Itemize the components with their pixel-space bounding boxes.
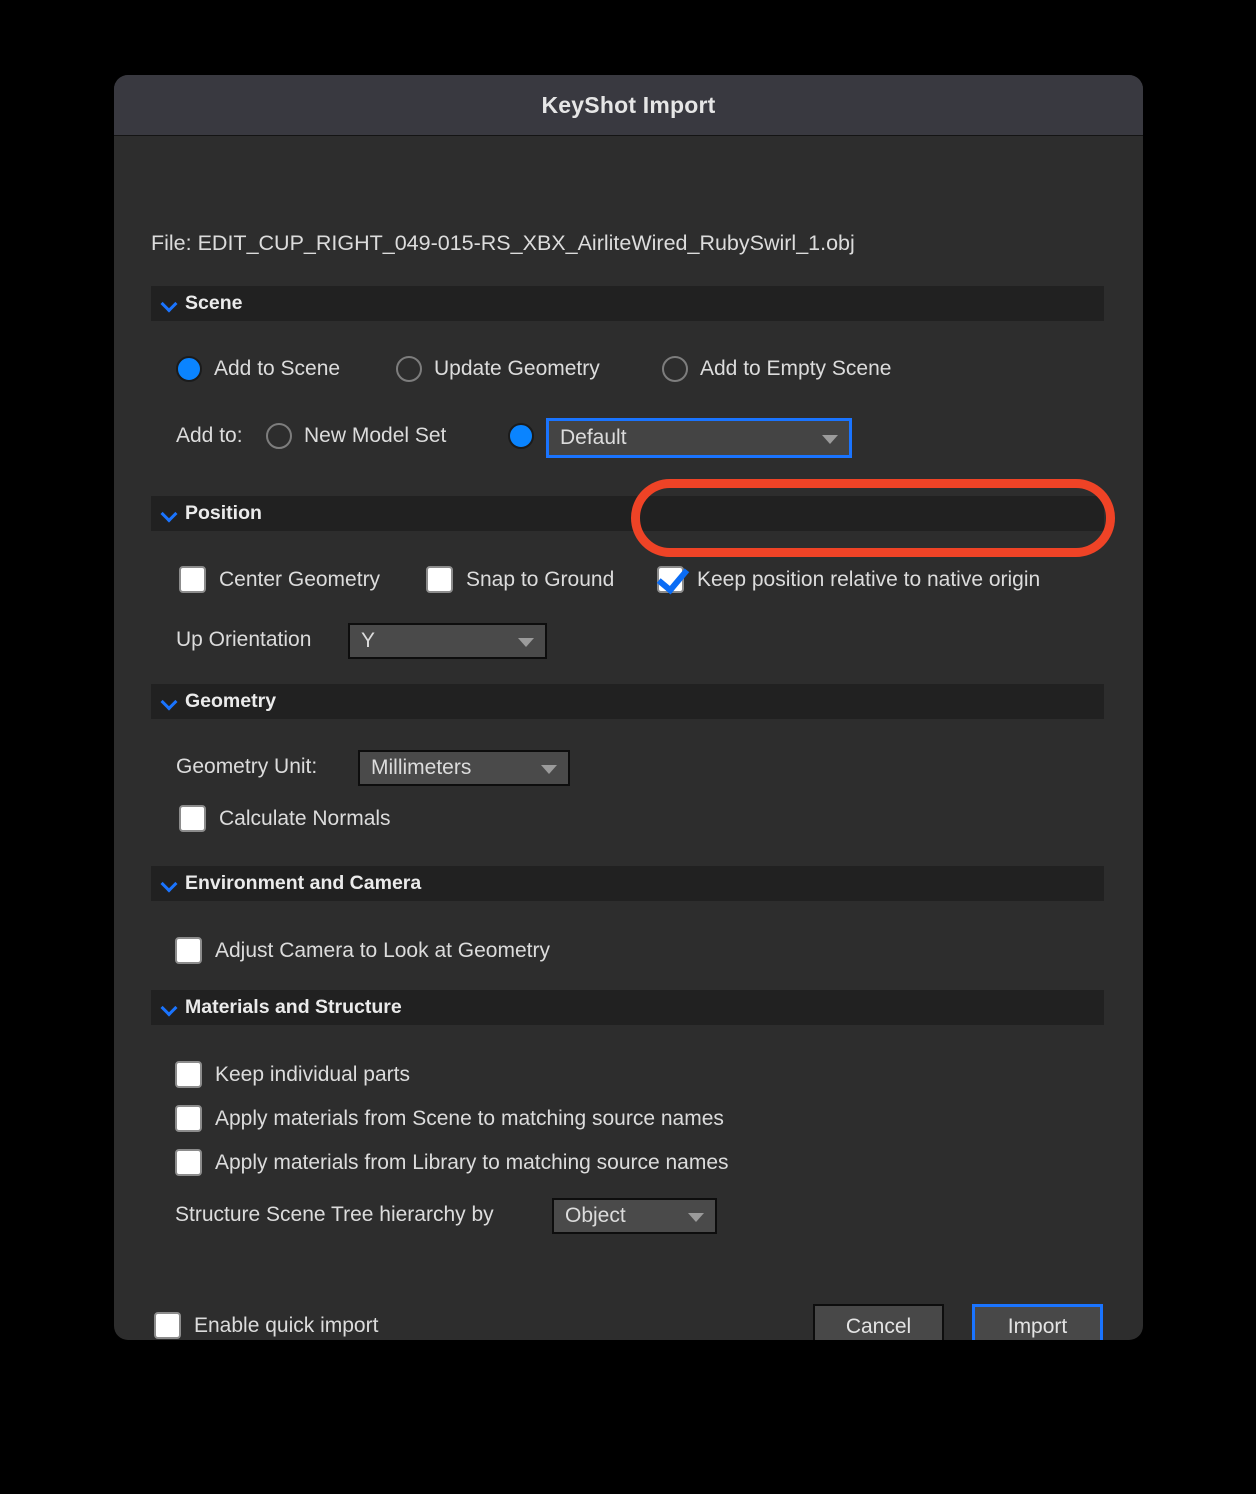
chevron-down-icon (518, 638, 534, 647)
cancel-button-label: Cancel (845, 1315, 912, 1338)
checkbox-indicator (175, 937, 202, 964)
section-label-materials: Materials and Structure (185, 996, 402, 1018)
chevron-down-icon (541, 765, 557, 774)
section-header-scene[interactable]: Scene (151, 286, 1104, 321)
radio-label: Update Geometry (434, 357, 600, 380)
checkbox-label: Apply materials from Library to matching… (215, 1150, 729, 1174)
radio-indicator (176, 356, 202, 382)
chevron-down-icon (822, 435, 838, 444)
checkbox-label: Keep position relative to native origin (697, 567, 1041, 591)
section-header-materials-and-structure[interactable]: Materials and Structure (151, 990, 1104, 1025)
radio-indicator (508, 423, 534, 449)
checkbox-indicator (175, 1061, 202, 1088)
checkbox-adjust-camera-to-look-at-geometry[interactable]: Adjust Camera to Look at Geometry (175, 937, 550, 964)
radio-indicator (396, 356, 422, 382)
checkbox-label: Enable quick import (194, 1313, 379, 1337)
radio-update-geometry[interactable]: Update Geometry (396, 356, 600, 382)
radio-label: New Model Set (304, 424, 447, 447)
geometry-unit-value: Millimeters (371, 756, 472, 779)
section-header-geometry[interactable]: Geometry (151, 684, 1104, 719)
keyshot-import-dialog: KeyShot Import File: EDIT_CUP_RIGHT_049-… (114, 75, 1143, 1340)
radio-add-to-scene[interactable]: Add to Scene (176, 356, 340, 382)
checkbox-label: Keep individual parts (215, 1062, 410, 1086)
radio-new-model-set[interactable]: New Model Set (266, 423, 446, 449)
up-orientation-dropdown[interactable]: Y (348, 623, 547, 659)
checkbox-snap-to-ground[interactable]: Snap to Ground (426, 566, 614, 593)
checkbox-keep-position-relative-to-native-origin[interactable]: Keep position relative to native origin (657, 566, 1040, 593)
add-to-label: Add to: (176, 424, 243, 447)
checkbox-indicator (657, 566, 684, 593)
chevron-down-icon (162, 695, 176, 709)
radio-indicator (266, 423, 292, 449)
checkbox-label: Adjust Camera to Look at Geometry (215, 938, 550, 962)
checkbox-label: Center Geometry (219, 567, 381, 591)
geometry-unit-dropdown[interactable]: Millimeters (358, 750, 570, 786)
section-header-position[interactable]: Position (151, 496, 1104, 531)
structure-hierarchy-dropdown[interactable]: Object (552, 1198, 717, 1234)
up-orientation-label: Up Orientation (176, 628, 312, 651)
structure-hierarchy-label: Structure Scene Tree hierarchy by (175, 1203, 494, 1226)
checkbox-indicator (426, 566, 453, 593)
checkbox-keep-individual-parts[interactable]: Keep individual parts (175, 1061, 410, 1088)
radio-existing-model-set[interactable] (508, 423, 534, 449)
checkbox-apply-materials-from-library[interactable]: Apply materials from Library to matching… (175, 1149, 729, 1176)
checkbox-label: Apply materials from Scene to matching s… (215, 1106, 724, 1130)
checkbox-apply-materials-from-scene[interactable]: Apply materials from Scene to matching s… (175, 1105, 724, 1132)
structure-hierarchy-value: Object (565, 1204, 626, 1227)
checkbox-indicator (179, 566, 206, 593)
up-orientation-value: Y (361, 629, 376, 652)
model-set-dropdown[interactable]: Default (546, 418, 852, 458)
model-set-dropdown-value: Default (560, 426, 627, 449)
checkbox-indicator (175, 1105, 202, 1132)
dialog-title: KeyShot Import (541, 91, 716, 118)
import-button-label: Import (1007, 1315, 1068, 1338)
radio-label: Add to Empty Scene (700, 357, 892, 380)
dialog-body: File: EDIT_CUP_RIGHT_049-015-RS_XBX_Airl… (114, 136, 1143, 1340)
checkbox-label: Calculate Normals (219, 806, 391, 830)
checkbox-label: Snap to Ground (466, 567, 615, 591)
chevron-down-icon (162, 297, 176, 311)
checkbox-center-geometry[interactable]: Center Geometry (179, 566, 380, 593)
radio-label: Add to Scene (214, 357, 341, 380)
checkbox-calculate-normals[interactable]: Calculate Normals (179, 805, 391, 832)
checkbox-indicator (179, 805, 206, 832)
chevron-down-icon (162, 877, 176, 891)
section-label-position: Position (185, 502, 262, 524)
chevron-down-icon (688, 1213, 704, 1222)
radio-add-to-empty-scene[interactable]: Add to Empty Scene (662, 356, 891, 382)
checkbox-indicator (154, 1312, 181, 1339)
dialog-titlebar: KeyShot Import (114, 75, 1143, 136)
import-button[interactable]: Import (972, 1304, 1103, 1340)
section-label-scene: Scene (185, 292, 243, 314)
chevron-down-icon (162, 507, 176, 521)
section-label-environment: Environment and Camera (185, 872, 422, 894)
file-path-label: File: EDIT_CUP_RIGHT_049-015-RS_XBX_Airl… (151, 231, 855, 255)
section-header-environment-and-camera[interactable]: Environment and Camera (151, 866, 1104, 901)
geometry-unit-label: Geometry Unit: (176, 755, 318, 778)
radio-indicator (662, 356, 688, 382)
cancel-button[interactable]: Cancel (813, 1304, 944, 1340)
checkbox-enable-quick-import[interactable]: Enable quick import (154, 1312, 378, 1339)
chevron-down-icon (162, 1001, 176, 1015)
section-label-geometry: Geometry (185, 690, 277, 712)
checkbox-indicator (175, 1149, 202, 1176)
